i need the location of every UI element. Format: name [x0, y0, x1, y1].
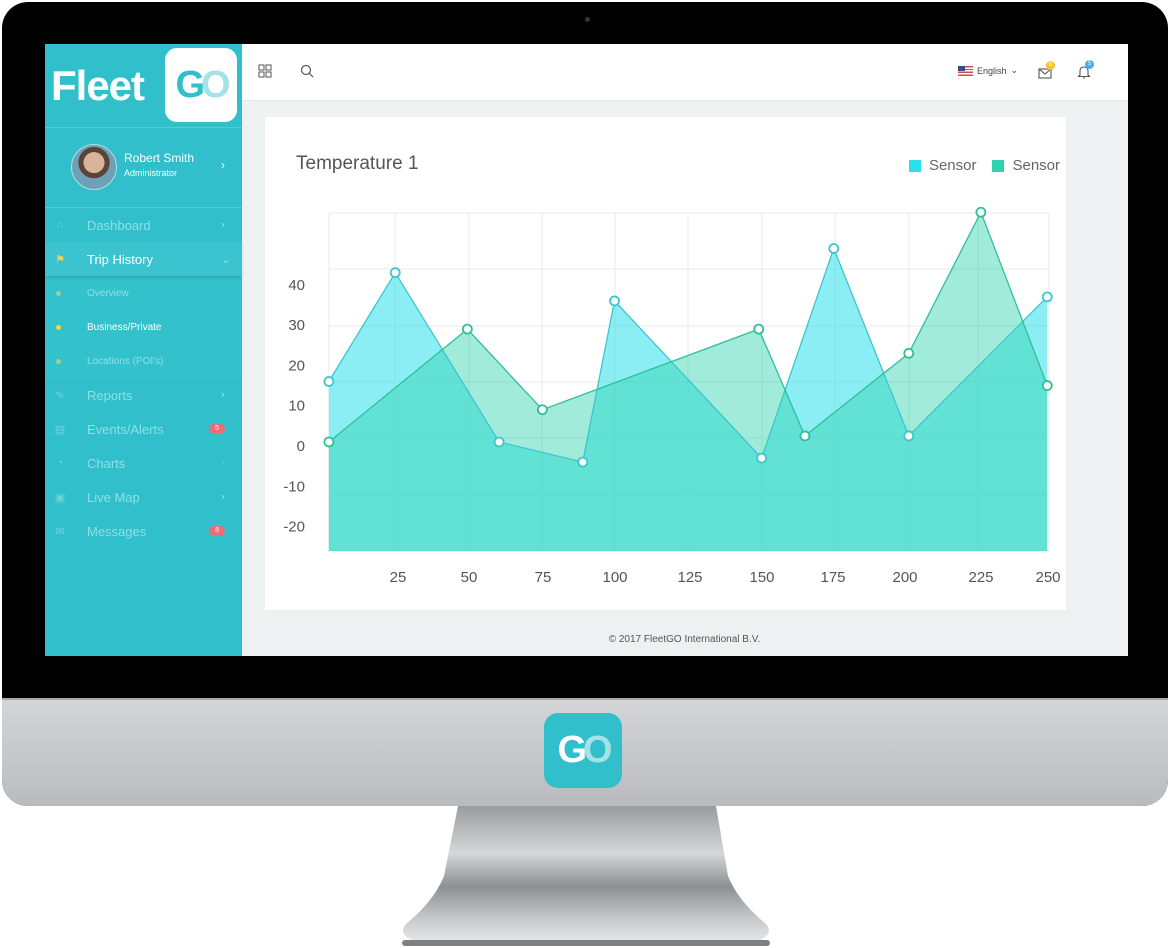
chevron-right-icon: ›: [221, 457, 225, 469]
y-tick-label: 20: [288, 357, 305, 374]
us-flag-icon: [958, 65, 973, 76]
data-point-series-2: [799, 430, 811, 442]
chevron-right-icon: ›: [221, 158, 225, 172]
chevron-down-icon: ⌄: [221, 253, 231, 266]
x-tick-label: 200: [892, 569, 917, 586]
data-point-series-2: [1041, 380, 1053, 391]
data-point-series-2: [975, 206, 987, 218]
y-tick-label: 10: [288, 398, 305, 415]
chevron-right-icon: ›: [221, 491, 225, 503]
sidebar-subitem-overview[interactable]: Overview: [45, 276, 242, 310]
x-tick-label: 50: [461, 569, 478, 586]
sidebar-item-messages[interactable]: ✉ Messages 8: [45, 514, 242, 548]
x-tick-label: 150: [749, 569, 774, 586]
sidebar-item-events-alerts[interactable]: ▤ Events/Alerts 5: [45, 412, 242, 446]
chevron-right-icon: ›: [221, 219, 225, 231]
edit-icon: ✎: [55, 389, 65, 402]
bullet-icon: [56, 290, 61, 296]
pie-chart-icon: ◔: [56, 457, 64, 469]
sidebar-subitem-business-private[interactable]: Business/Private: [45, 310, 242, 344]
mail-badge: 8: [1046, 61, 1055, 70]
sidebar-item-trip-history[interactable]: ⚑ Trip History ⌄: [45, 242, 242, 276]
user-name: Robert Smith: [124, 151, 195, 165]
chin-logo: GO: [544, 713, 622, 788]
camera-dot: [585, 17, 590, 22]
sidebar-item-charts[interactable]: ◔ Charts ›: [45, 446, 242, 480]
x-tick-label: 225: [968, 569, 993, 586]
logo[interactable]: Fleet GO: [45, 44, 242, 128]
events-badge: 5: [209, 424, 225, 434]
y-tick-label: -10: [283, 478, 305, 495]
bell-badge: 5: [1085, 60, 1094, 69]
x-tick-label: 100: [602, 569, 627, 586]
sidebar-nav: ⌂ Dashboard › ⚑ Trip History ⌄ Overview …: [45, 208, 242, 548]
data-point-series-2: [903, 347, 915, 359]
data-point-series-1: [756, 452, 768, 464]
grid-icon[interactable]: [258, 64, 272, 83]
app-screen: Fleet GO Robert Smith Administrator › ⌂ …: [45, 44, 1128, 656]
data-point-series-1: [323, 376, 335, 387]
data-point-series-2: [323, 436, 335, 448]
chevron-right-icon: ›: [221, 389, 225, 401]
data-point-series-2: [753, 323, 765, 335]
x-tick-label: 125: [677, 569, 702, 586]
topbar: English ⌄ 8 5: [242, 44, 1128, 101]
sidebar-subitem-locations[interactable]: Locations (POI's): [45, 344, 242, 378]
chevron-down-icon: ⌄: [1010, 65, 1019, 75]
user-role: Administrator: [124, 168, 178, 178]
y-tick-label: -20: [283, 519, 305, 536]
y-tick-label: 30: [288, 317, 305, 334]
data-point-series-2: [461, 323, 473, 335]
trip-history-submenu: Overview Business/Private Locations (POI…: [45, 276, 242, 378]
data-point-series-1: [828, 243, 840, 254]
data-point-series-1: [389, 267, 401, 279]
x-tick-label: 175: [820, 569, 845, 586]
language-selector[interactable]: English ⌄: [958, 65, 1018, 76]
user-profile[interactable]: Robert Smith Administrator ›: [45, 128, 242, 208]
envelope-icon: ✉: [55, 525, 65, 538]
mail-icon[interactable]: 8: [1038, 61, 1055, 84]
logo-text: Fleet: [51, 62, 145, 109]
footer-copyright: © 2017 FleetGO International B.V.: [608, 634, 761, 645]
home-icon: ⌂: [56, 219, 64, 231]
calendar-icon: ▤: [54, 423, 66, 436]
map-icon: ▣: [54, 491, 66, 504]
data-point-series-1: [577, 456, 589, 468]
bullet-icon: [56, 358, 61, 364]
chart-card: Temperature 1 Sensor Sensor 40 30 20 10 0 -10…: [265, 117, 1066, 610]
signpost-icon: ⚑: [55, 253, 65, 266]
sidebar: Fleet GO Robert Smith Administrator › ⌂ …: [45, 44, 242, 656]
y-tick-label: 0: [297, 438, 305, 455]
sidebar-item-dashboard[interactable]: ⌂ Dashboard ›: [45, 208, 242, 242]
x-tick-label: 250: [1035, 569, 1060, 586]
messages-badge: 8: [209, 526, 225, 536]
monitor-stand: [402, 806, 770, 946]
x-tick-label: 75: [535, 569, 552, 586]
data-point-series-1: [1041, 291, 1053, 303]
sidebar-item-reports[interactable]: ✎ Reports ›: [45, 378, 242, 412]
avatar: [71, 144, 117, 190]
data-point-series-2: [536, 404, 548, 416]
bullet-icon: [56, 324, 61, 330]
temperature-chart: 403020100-10-2025 50 75 100 125 150 175 200 225 2…: [283, 206, 1061, 586]
y-tick-label: 40: [288, 277, 305, 294]
data-point-series-1: [903, 430, 915, 442]
bell-icon[interactable]: 5: [1077, 60, 1094, 84]
data-point-series-1: [609, 295, 620, 307]
search-icon[interactable]: [300, 64, 314, 83]
footer-bar: © 2017 FleetGO International B.V.: [258, 610, 1111, 656]
data-point-series-1: [493, 436, 505, 448]
sidebar-item-live-map[interactable]: ▣ Live Map ›: [45, 480, 242, 514]
x-tick-label: 25: [390, 569, 407, 586]
